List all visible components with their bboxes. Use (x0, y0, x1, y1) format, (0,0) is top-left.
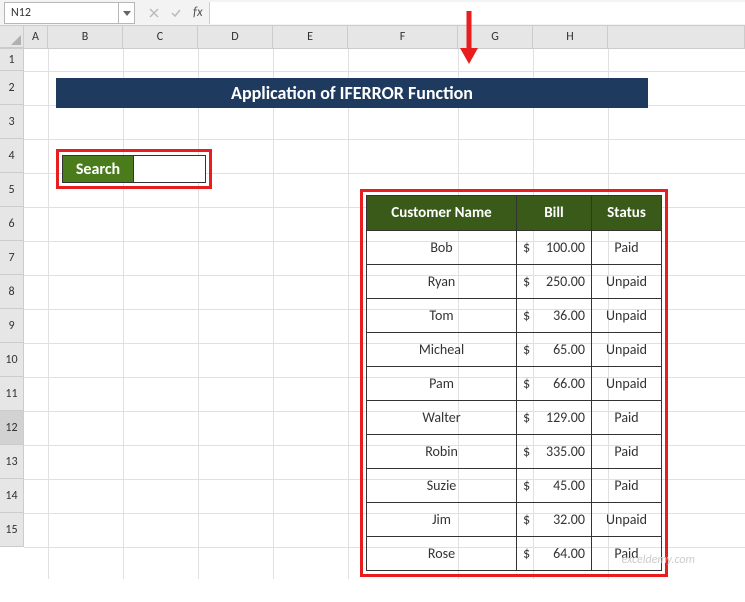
cell-bill[interactable]: $66.00 (517, 367, 592, 401)
row-header-6[interactable]: 6 (0, 207, 24, 241)
customer-table: Customer Name Bill Status Bob$100.00Paid… (366, 195, 662, 571)
row-header-14[interactable]: 14 (0, 479, 24, 513)
check-icon (170, 7, 182, 19)
fx-section: fx (143, 2, 209, 24)
row-header-5[interactable]: 5 (0, 173, 24, 207)
data-table-annotation: Customer Name Bill Status Bob$100.00Paid… (360, 189, 668, 577)
cells-area[interactable]: Application of IFERROR Function Search C… (24, 49, 745, 579)
formula-bar-row: N12 fx (0, 0, 745, 26)
cell-bill[interactable]: $32.00 (517, 503, 592, 537)
table-row[interactable]: Robin$335.00Paid (367, 435, 662, 469)
cell-bill[interactable]: $100.00 (517, 231, 592, 265)
col-header-C[interactable]: C (123, 26, 198, 48)
table-row[interactable]: Micheal$65.00Unpaid (367, 333, 662, 367)
col-header-F[interactable]: F (348, 26, 458, 48)
cell-status[interactable]: Unpaid (592, 299, 662, 333)
row-header-13[interactable]: 13 (0, 445, 24, 479)
table-row[interactable]: Pam$66.00Unpaid (367, 367, 662, 401)
cell-bill[interactable]: $250.00 (517, 265, 592, 299)
row-header-12[interactable]: 12 (0, 411, 24, 445)
table-row[interactable]: Walter$129.00Paid (367, 401, 662, 435)
page-title: Application of IFERROR Function (56, 78, 648, 108)
red-arrow-annotation (454, 6, 484, 66)
table-row[interactable]: Tom$36.00Unpaid (367, 299, 662, 333)
cell-name[interactable]: Bob (367, 231, 517, 265)
row-header-9[interactable]: 9 (0, 309, 24, 343)
search-label-cell: Search (62, 155, 134, 183)
cell-name[interactable]: Pam (367, 367, 517, 401)
row-header-4[interactable]: 4 (0, 139, 24, 173)
cell-name[interactable]: Ryan (367, 265, 517, 299)
cell-status[interactable]: Paid (592, 537, 662, 571)
col-header-E[interactable]: E (273, 26, 348, 48)
chevron-down-icon (123, 9, 131, 17)
cell-name[interactable]: Walter (367, 401, 517, 435)
col-header-B[interactable]: B (48, 26, 123, 48)
col-header-H[interactable]: H (533, 26, 608, 48)
th-customer-name: Customer Name (367, 196, 517, 231)
row-header-1[interactable]: 1 (0, 49, 24, 71)
search-input-cell[interactable] (134, 155, 206, 183)
accept-formula-button[interactable] (165, 2, 187, 24)
spreadsheet-grid: A B C D E F G H 1 2 3 4 5 6 7 8 9 10 11 … (0, 26, 745, 579)
cancel-formula-button[interactable] (143, 2, 165, 24)
th-bill: Bill (517, 196, 592, 231)
cell-status[interactable]: Paid (592, 469, 662, 503)
row-header-3[interactable]: 3 (0, 105, 24, 139)
row-header-15[interactable]: 15 (0, 513, 24, 547)
th-status: Status (592, 196, 662, 231)
cell-name[interactable]: Micheal (367, 333, 517, 367)
cell-status[interactable]: Unpaid (592, 367, 662, 401)
table-row[interactable]: Suzie$45.00Paid (367, 469, 662, 503)
cell-bill[interactable]: $65.00 (517, 333, 592, 367)
table-row[interactable]: Ryan$250.00Unpaid (367, 265, 662, 299)
cell-status[interactable]: Unpaid (592, 265, 662, 299)
cell-bill[interactable]: $335.00 (517, 435, 592, 469)
table-row[interactable]: Jim$32.00Unpaid (367, 503, 662, 537)
col-header-D[interactable]: D (198, 26, 273, 48)
cell-bill[interactable]: $36.00 (517, 299, 592, 333)
cell-status[interactable]: Unpaid (592, 333, 662, 367)
cell-name[interactable]: Suzie (367, 469, 517, 503)
name-box-dropdown[interactable] (119, 2, 135, 24)
row-header-11[interactable]: 11 (0, 377, 24, 411)
search-box-annotation: Search (56, 149, 212, 189)
cell-name[interactable]: Rose (367, 537, 517, 571)
row-headers: 1 2 3 4 5 6 7 8 9 10 11 12 13 14 15 (0, 49, 24, 579)
cell-name[interactable]: Tom (367, 299, 517, 333)
row-header-8[interactable]: 8 (0, 275, 24, 309)
x-icon (148, 7, 160, 19)
col-header-extra[interactable] (608, 26, 745, 48)
cell-bill[interactable]: $64.00 (517, 537, 592, 571)
column-headers: A B C D E F G H (0, 26, 745, 49)
cell-bill[interactable]: $45.00 (517, 469, 592, 503)
row-header-2[interactable]: 2 (0, 71, 24, 105)
cell-name[interactable]: Jim (367, 503, 517, 537)
col-header-A[interactable]: A (24, 26, 48, 48)
cell-status[interactable]: Paid (592, 401, 662, 435)
cell-name[interactable]: Robin (367, 435, 517, 469)
table-row[interactable]: Rose$64.00Paid (367, 537, 662, 571)
cell-status[interactable]: Unpaid (592, 503, 662, 537)
table-row[interactable]: Bob$100.00Paid (367, 231, 662, 265)
row-header-7[interactable]: 7 (0, 241, 24, 275)
cell-status[interactable]: Paid (592, 231, 662, 265)
fx-icon[interactable]: fx (193, 5, 203, 20)
select-all-button[interactable] (0, 26, 24, 48)
cell-bill[interactable]: $129.00 (517, 401, 592, 435)
cell-status[interactable]: Paid (592, 435, 662, 469)
name-box[interactable]: N12 (4, 2, 119, 24)
row-header-10[interactable]: 10 (0, 343, 24, 377)
